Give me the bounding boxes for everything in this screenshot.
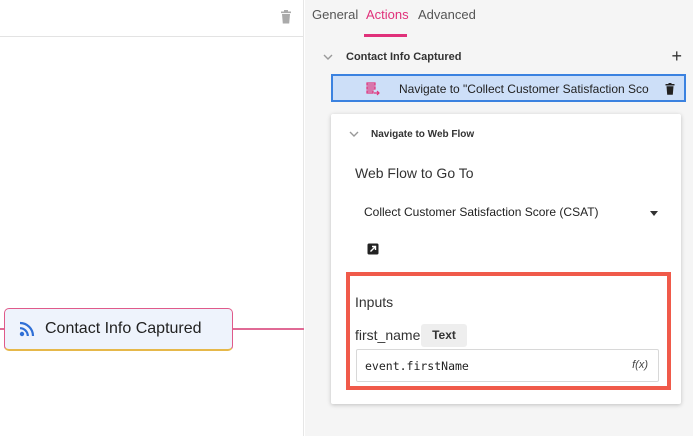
chevron-down-icon[interactable] — [349, 130, 359, 138]
tab-general[interactable]: General — [312, 7, 358, 22]
active-tab-indicator — [364, 34, 407, 37]
chevron-down-icon[interactable] — [323, 53, 333, 61]
panel-tabs: General Actions Advanced — [305, 0, 693, 37]
inputs-section-title: Inputs — [355, 294, 394, 310]
action-group-title: Contact Info Captured — [346, 51, 462, 63]
expression-value: event.firstName — [365, 359, 469, 373]
flow-node-contact-info-captured[interactable]: Contact Info Captured — [4, 308, 233, 351]
fx-icon[interactable]: f(x) — [632, 359, 648, 371]
rss-icon — [19, 321, 35, 337]
tab-actions[interactable]: Actions — [366, 7, 409, 22]
flow-canvas[interactable]: Contact Info Captured — [0, 0, 304, 436]
flow-node-label: Contact Info Captured — [45, 320, 202, 337]
trash-icon[interactable] — [280, 10, 292, 24]
card-header[interactable]: Navigate to Web Flow — [349, 126, 474, 142]
connector-line-out — [232, 328, 304, 330]
trash-icon[interactable] — [665, 83, 675, 95]
open-external-icon[interactable] — [367, 243, 379, 255]
first-name-value-input[interactable]: event.firstName f(x) — [356, 349, 659, 382]
web-flow-field-label: Web Flow to Go To — [355, 165, 474, 181]
navigate-flow-icon — [366, 82, 380, 96]
canvas-toolbar — [0, 0, 303, 37]
card-title: Navigate to Web Flow — [371, 128, 475, 140]
web-flow-select-value: Collect Customer Satisfaction Score (CSA… — [364, 205, 599, 219]
input-type-badge: Text — [421, 324, 467, 347]
add-action-button[interactable]: + — [671, 47, 682, 65]
action-item-navigate[interactable]: Navigate to "Collect Customer Satisfacti… — [331, 74, 686, 102]
action-item-label: Navigate to "Collect Customer Satisfacti… — [399, 82, 649, 96]
action-group-header[interactable]: Contact Info Captured + — [323, 47, 685, 67]
caret-down-icon — [650, 211, 658, 216]
web-flow-select[interactable]: Collect Customer Satisfaction Score (CSA… — [355, 200, 660, 226]
input-param-name: first_name — [355, 327, 421, 343]
tab-advanced[interactable]: Advanced — [418, 7, 476, 22]
